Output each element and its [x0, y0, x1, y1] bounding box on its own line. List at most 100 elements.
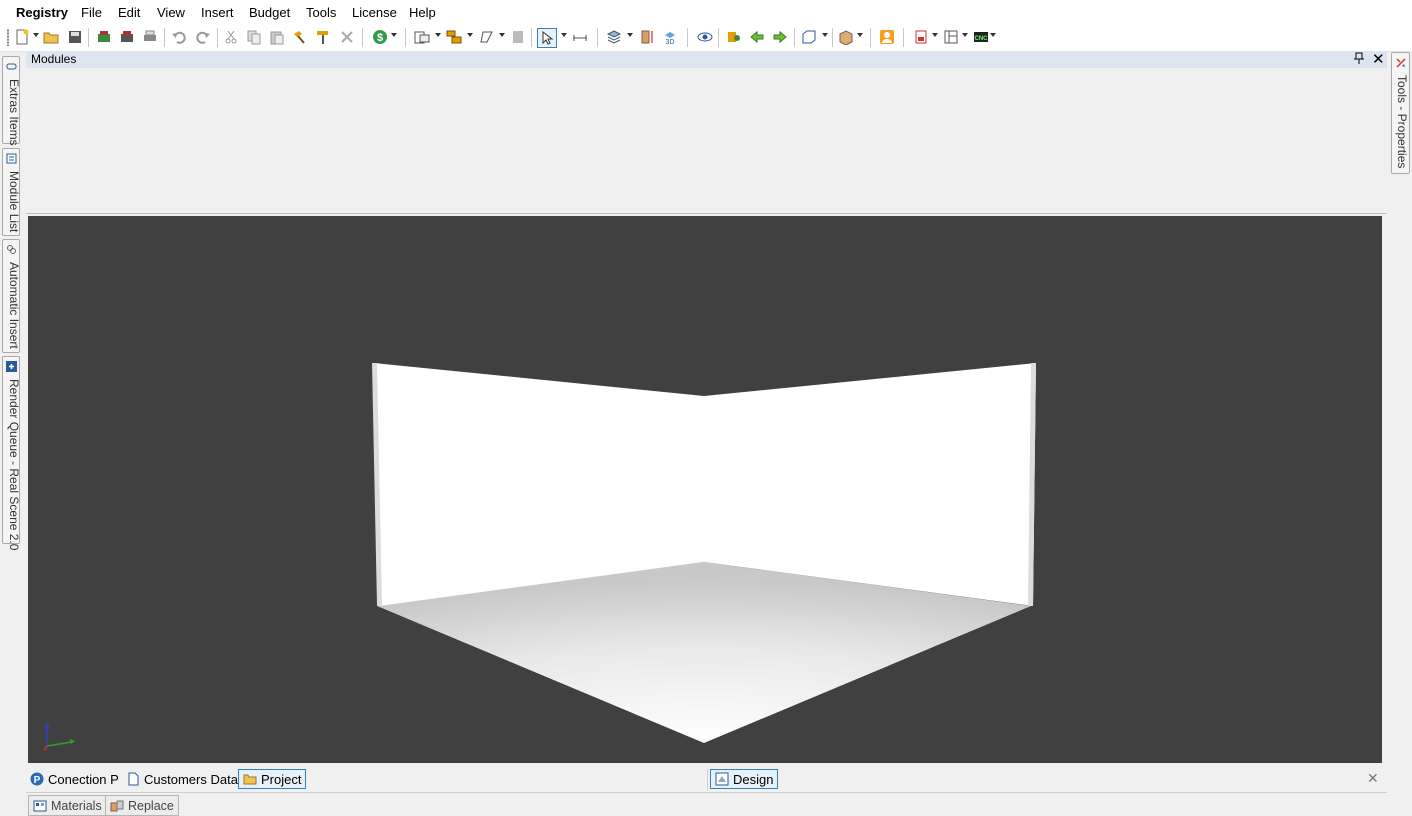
open-folder-icon[interactable] [42, 28, 60, 46]
room-scene [372, 363, 1036, 743]
tab-customers-data[interactable]: Customers Data [122, 769, 242, 789]
left-tab-render-queue[interactable]: Render Queue - Real Scene 2.0 [2, 356, 21, 550]
render-icon[interactable] [725, 28, 743, 46]
modules-panel-title: Modules [31, 52, 77, 66]
left-tab-module-list[interactable]: Module List [2, 148, 21, 236]
tab-materials[interactable]: Materials [28, 795, 107, 816]
box-view-dropdown[interactable] [822, 33, 828, 37]
menu-insert[interactable]: Insert [201, 5, 234, 20]
tab-label: Replace [128, 798, 174, 813]
menu-registry[interactable]: Registry [16, 5, 68, 20]
group-icon[interactable] [445, 28, 463, 46]
menu-budget[interactable]: Budget [249, 5, 290, 20]
replace-icon [110, 800, 124, 811]
door-height-icon[interactable] [638, 28, 656, 46]
tab-label: Design [733, 771, 774, 787]
hammer-icon[interactable] [290, 28, 308, 46]
user-icon[interactable] [878, 28, 896, 46]
shape-dropdown[interactable] [499, 33, 505, 37]
close-icon[interactable]: ✕ [1372, 50, 1385, 68]
print-icon[interactable] [141, 28, 159, 46]
module-tools-dropdown[interactable] [435, 33, 441, 37]
menu-file[interactable]: File [81, 5, 102, 20]
layers-icon[interactable] [605, 28, 623, 46]
select-arrow-icon[interactable] [537, 28, 557, 48]
menu-view[interactable]: View [157, 5, 185, 20]
menu-license[interactable]: License [352, 5, 397, 20]
tab-replace[interactable]: Replace [105, 795, 179, 816]
design-icon [715, 772, 729, 786]
new-file-icon[interactable] [13, 28, 31, 46]
tab-label: Materials [51, 798, 102, 813]
eye-icon[interactable] [696, 28, 714, 46]
menu-tools[interactable]: Tools [306, 5, 336, 20]
undo-icon[interactable] [170, 28, 188, 46]
layout-dropdown[interactable] [962, 33, 968, 37]
save-icon[interactable] [66, 28, 84, 46]
list-icon [6, 153, 17, 164]
group-dropdown[interactable] [467, 33, 473, 37]
budget-dark-icon[interactable] [118, 28, 136, 46]
dollar-icon[interactable]: $ [371, 28, 389, 46]
svg-text:CNC: CNC [975, 36, 989, 42]
cnc-dropdown[interactable] [990, 33, 996, 37]
svg-text:$: $ [377, 32, 383, 44]
redo-icon[interactable] [194, 28, 212, 46]
cut-icon[interactable] [222, 28, 240, 46]
budget-green-icon[interactable] [95, 28, 113, 46]
box-view-icon[interactable] [800, 28, 818, 46]
left-tab-label: Render Queue - Real Scene 2.0 [7, 379, 21, 551]
layout-icon[interactable] [942, 28, 960, 46]
shape-icon[interactable] [477, 28, 495, 46]
panel-icon[interactable] [509, 28, 527, 46]
tab-label: Customers Data [144, 771, 238, 787]
cabinet-icon[interactable] [837, 28, 855, 46]
select-dropdown[interactable] [561, 33, 567, 37]
paint-roller-icon[interactable] [314, 28, 332, 46]
tools-icon [1396, 58, 1406, 68]
3d-viewport[interactable] [28, 216, 1382, 763]
delete-icon[interactable] [338, 28, 356, 46]
paste-icon[interactable] [268, 28, 286, 46]
right-tab-tools-properties[interactable]: Tools - Properties [1391, 52, 1410, 174]
link-icon [7, 245, 16, 254]
menu-help[interactable]: Help [409, 5, 436, 20]
new-file-dropdown[interactable] [33, 33, 39, 37]
left-dock-tabs: Extras Items Module List Automatic Inser… [0, 52, 22, 816]
left-tab-automatic-insert[interactable]: Automatic Insert [2, 239, 21, 353]
tab-label: Project [261, 771, 302, 787]
copy-icon[interactable] [245, 28, 263, 46]
view-3d-icon[interactable]: 3D [661, 28, 679, 46]
svg-text:3D: 3D [666, 39, 675, 45]
dollar-dropdown[interactable] [391, 33, 397, 37]
toolbar-grip[interactable] [7, 29, 9, 46]
menu-edit[interactable]: Edit [118, 5, 140, 20]
module-tools-icon[interactable] [413, 28, 431, 46]
cabinet-dropdown[interactable] [857, 33, 863, 37]
tab-project[interactable]: Project [238, 769, 307, 789]
measure-icon[interactable] [571, 28, 589, 46]
toolbar: $ 3D CNC [0, 24, 1412, 52]
arrow-left-icon[interactable] [748, 28, 766, 46]
report-icon[interactable] [912, 28, 930, 46]
axis-gizmo-icon [43, 723, 75, 751]
left-tab-label: Extras Items [7, 79, 21, 146]
left-tab-extras-items[interactable]: Extras Items [2, 56, 21, 146]
right-tab-label: Tools - Properties [1395, 75, 1409, 169]
pin-icon[interactable] [1354, 52, 1364, 67]
bottom-panel-tabs: Materials Replace [26, 793, 1387, 816]
left-tab-label: Module List [7, 171, 21, 233]
modules-panel-body [26, 68, 1387, 213]
render-queue-icon [6, 361, 17, 372]
materials-icon [33, 800, 47, 811]
menu-bar: Registry File Edit View Insert Budget To… [0, 0, 1412, 24]
cnc-icon[interactable]: CNC [972, 28, 990, 46]
folder-icon [243, 774, 257, 785]
tab-conection-p[interactable]: P Conection P [26, 769, 123, 789]
tab-design[interactable]: Design [710, 769, 779, 789]
document-tabs: P Conection P Customers Data Project Des… [26, 766, 1387, 793]
arrow-right-icon[interactable] [771, 28, 789, 46]
layers-dropdown[interactable] [627, 33, 633, 37]
report-dropdown[interactable] [932, 33, 938, 37]
close-document-icon[interactable]: ✕ [1367, 770, 1379, 787]
